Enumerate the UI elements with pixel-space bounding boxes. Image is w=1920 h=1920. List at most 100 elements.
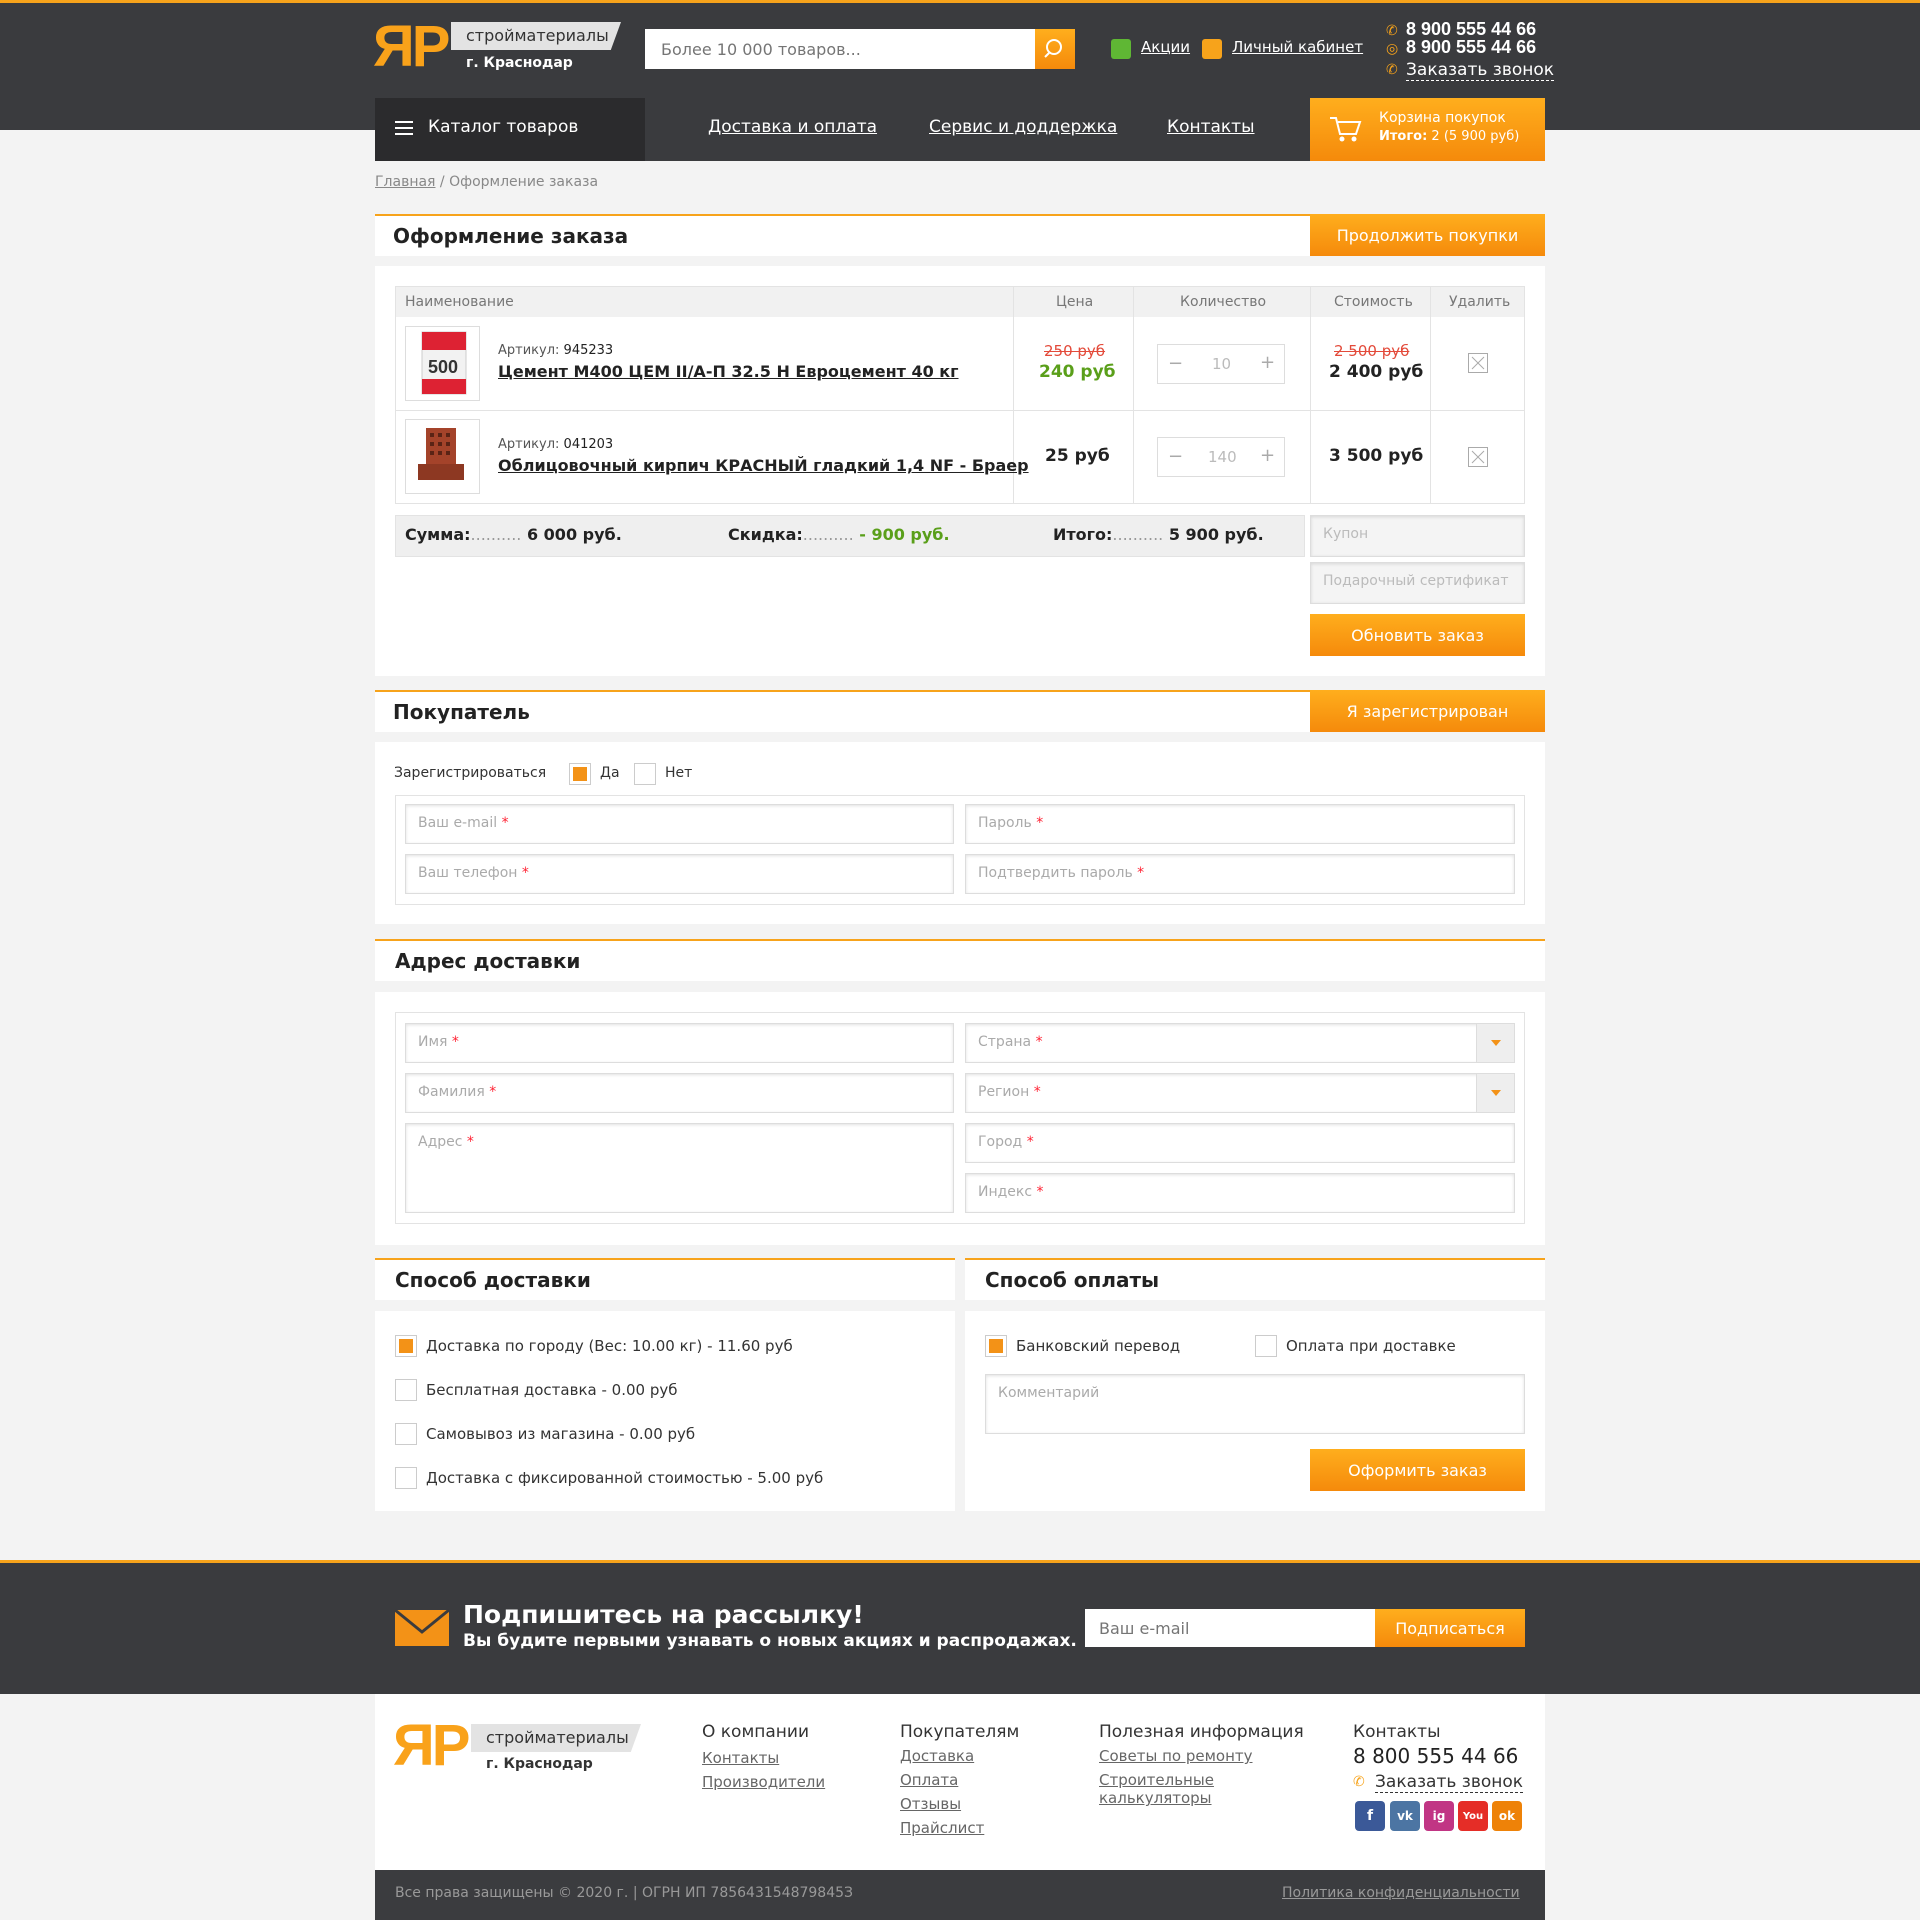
nav-contacts[interactable]: Контакты	[1167, 117, 1255, 137]
register-yes-checkbox[interactable]	[569, 763, 591, 785]
address-textarea[interactable]: Адрес *	[405, 1123, 954, 1213]
email-field[interactable]: Ваш e-mail *	[405, 804, 954, 844]
last-name-field[interactable]: Фамилия *	[405, 1073, 954, 1113]
region-select[interactable]: Регион *	[965, 1073, 1515, 1113]
quantity-value[interactable]: 10	[1212, 355, 1231, 373]
country-select[interactable]: Страна *	[965, 1023, 1515, 1063]
delete-icon[interactable]	[1468, 447, 1488, 467]
product-name-link[interactable]: Облицовочный кирпич КРАСНЫЙ гладкий 1,4 …	[498, 456, 1029, 475]
price: 25 руб	[1045, 446, 1110, 466]
footer-logo-mark[interactable]: ЯР	[393, 1717, 470, 1775]
footer-link[interactable]: Строительные калькуляторы	[1099, 1771, 1249, 1807]
zip-field[interactable]: Индекс *	[965, 1173, 1515, 1213]
footer-col-title: Полезная информация	[1099, 1722, 1304, 1742]
continue-shopping-button[interactable]: Продолжить покупки	[1310, 214, 1545, 256]
footer-link[interactable]: Оплата	[900, 1771, 958, 1789]
delivery-option-checkbox[interactable]	[395, 1335, 417, 1357]
coupon-input[interactable]: Купон	[1310, 515, 1525, 557]
payment-header: Способ оплаты	[965, 1258, 1545, 1300]
update-order-button[interactable]: Обновить заказ	[1310, 614, 1525, 656]
city-field[interactable]: Город *	[965, 1123, 1515, 1163]
line-total: 3 500 руб	[1329, 446, 1424, 466]
footer-phone[interactable]: 8 800 555 44 66	[1353, 1744, 1518, 1768]
instagram-icon[interactable]: ig	[1424, 1801, 1454, 1831]
cart-button[interactable]: Корзина покупок Итого: 2 (5 900 руб)	[1310, 98, 1545, 161]
confirm-password-field[interactable]: Подтвердить пароль *	[965, 854, 1515, 894]
footer-link[interactable]: Производители	[702, 1773, 825, 1791]
promo-link[interactable]: Акции	[1141, 38, 1190, 56]
delivery-option-checkbox[interactable]	[395, 1467, 417, 1489]
logo-city: г. Краснодар	[466, 55, 573, 71]
chevron-down-icon	[1476, 1024, 1514, 1062]
delivery-option-checkbox[interactable]	[395, 1379, 417, 1401]
facebook-icon[interactable]: f	[1355, 1801, 1385, 1831]
subscribe-email-input[interactable]	[1085, 1609, 1375, 1647]
svg-text:500: 500	[428, 357, 458, 377]
privacy-link[interactable]: Политика конфиденциальности	[1282, 1885, 1520, 1901]
breadcrumb-current: Оформление заказа	[449, 174, 599, 190]
payment-option-checkbox[interactable]	[1255, 1335, 1277, 1357]
subscribe-button[interactable]: Подписаться	[1375, 1609, 1525, 1647]
plus-icon[interactable]: +	[1260, 352, 1275, 373]
search-button[interactable]	[1035, 29, 1075, 69]
catalog-button[interactable]: Каталог товаров	[375, 98, 645, 161]
minus-icon[interactable]: −	[1168, 353, 1183, 374]
address-header: Адрес доставки	[375, 939, 1545, 981]
product-name-link[interactable]: Цемент М400 ЦЕМ II/А-П 32.5 Н Евроцемент…	[498, 362, 959, 381]
col-price: Цена	[1056, 294, 1094, 310]
submit-order-button[interactable]: Оформить заказ	[1310, 1449, 1525, 1491]
old-total: 2 500 руб	[1334, 342, 1410, 360]
percent-icon	[1111, 39, 1131, 59]
product-image-brick[interactable]	[405, 419, 480, 494]
phone-number-2[interactable]: 8 900 555 44 66	[1406, 37, 1536, 58]
vk-icon[interactable]: vk	[1390, 1801, 1420, 1831]
cart-icon	[1330, 117, 1362, 142]
menu-icon	[395, 121, 413, 135]
order-title: Оформление заказа	[393, 224, 629, 248]
account-link[interactable]: Личный кабинет	[1232, 38, 1363, 56]
delete-icon[interactable]	[1468, 353, 1488, 373]
first-name-field[interactable]: Имя *	[405, 1023, 954, 1063]
search-input[interactable]	[645, 29, 1035, 69]
delivery-option-checkbox[interactable]	[395, 1423, 417, 1445]
footer-link[interactable]: Контакты	[702, 1749, 779, 1767]
plus-icon[interactable]: +	[1260, 445, 1275, 466]
registered-button[interactable]: Я зарегистрирован	[1310, 690, 1545, 732]
callback-link[interactable]: Заказать звонок	[1406, 60, 1555, 81]
nav-delivery[interactable]: Доставка и оплата	[708, 117, 877, 137]
footer-col-title: О компании	[702, 1722, 810, 1742]
delivery-option-label: Самовывоз из магазина - 0.00 руб	[426, 1425, 696, 1443]
line-total: 2 400 руб	[1329, 362, 1424, 382]
logo-mark[interactable]: ЯР	[373, 18, 450, 76]
footer-col-title: Покупателям	[900, 1722, 1020, 1742]
password-field[interactable]: Пароль *	[965, 804, 1515, 844]
col-name: Наименование	[405, 294, 514, 310]
footer-link[interactable]: Отзывы	[900, 1795, 961, 1813]
quantity-value[interactable]: 140	[1208, 448, 1237, 466]
sum: Сумма:.......... 6 000 руб.	[405, 525, 622, 544]
delivery-option-label: Доставка по городу (Вес: 10.00 кг) - 11.…	[426, 1337, 793, 1355]
youtube-icon[interactable]: You	[1458, 1801, 1488, 1831]
footer-callback-link[interactable]: Заказать звонок	[1375, 1772, 1524, 1793]
no-label: Нет	[665, 765, 693, 781]
breadcrumb-home[interactable]: Главная	[375, 174, 435, 190]
footer-link[interactable]: Советы по ремонту	[1099, 1747, 1253, 1765]
chevron-down-icon	[1476, 1074, 1514, 1112]
search-icon	[1044, 39, 1062, 58]
whatsapp-icon: ◎	[1386, 41, 1399, 57]
footer	[375, 1694, 1545, 1870]
yes-label: Да	[600, 765, 620, 781]
gift-certificate-input[interactable]: Подарочный сертификат	[1310, 562, 1525, 604]
phone-field[interactable]: Ваш телефон *	[405, 854, 954, 894]
nav-service[interactable]: Сервис и доддержка	[929, 117, 1117, 137]
product-image-cement[interactable]: 500	[405, 326, 480, 401]
footer-link[interactable]: Прайслист	[900, 1819, 984, 1837]
comment-textarea[interactable]: Комментарий	[985, 1374, 1525, 1434]
footer-link[interactable]: Доставка	[900, 1747, 974, 1765]
odnoklassniki-icon[interactable]: ok	[1492, 1801, 1522, 1831]
delivery-header: Способ доставки	[375, 1258, 955, 1300]
payment-option-checkbox[interactable]	[985, 1335, 1007, 1357]
breadcrumb: Главная / Оформление заказа	[375, 174, 599, 190]
minus-icon[interactable]: −	[1168, 446, 1183, 467]
register-no-checkbox[interactable]	[634, 763, 656, 785]
